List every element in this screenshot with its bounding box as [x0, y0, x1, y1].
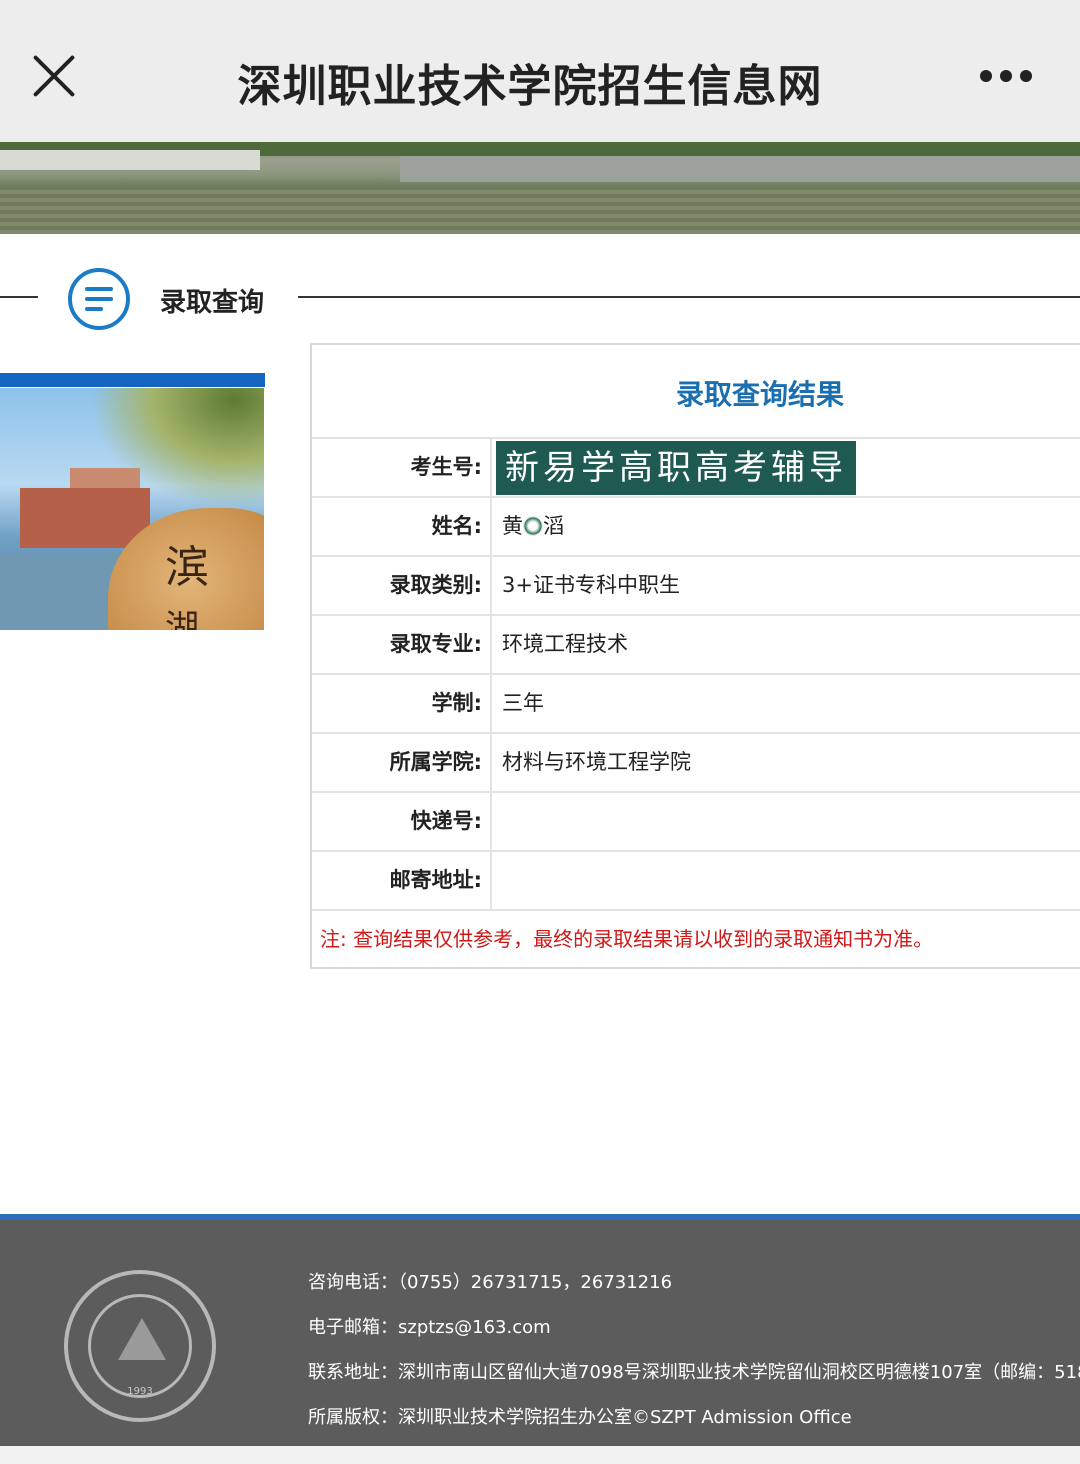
result-panel: 录取查询结果 考生号: 新易学高职高考辅导 姓名: 黄滔 录取类别: 3+证书专… — [310, 343, 1080, 969]
major-label: 录取专业: — [312, 616, 492, 673]
row-mailing-address: 邮寄地址: — [312, 852, 1080, 911]
campus-photo: 滨湖 — [0, 388, 264, 630]
row-exam-number: 考生号: 新易学高职高考辅导 — [312, 439, 1080, 498]
footer: 1993 咨询电话：（0755）26731715，26731216 电子邮箱：s… — [0, 1214, 1080, 1452]
footer-copyright: 所属版权：深圳职业技术学院招生办公室©SZPT Admission Office — [308, 1407, 852, 1428]
admission-type-value: 3+证书专科中职生 — [502, 573, 680, 597]
result-title-row: 录取查询结果 — [312, 345, 1080, 439]
page-title: 深圳职业技术学院招生信息网 — [237, 61, 823, 112]
row-admission-type: 录取类别: 3+证书专科中职生 — [312, 557, 1080, 616]
banner-image — [0, 142, 1080, 234]
mailing-address-label: 邮寄地址: — [312, 852, 492, 909]
duration-label: 学制: — [312, 675, 492, 732]
watermark-overlay: 新易学高职高考辅导 — [496, 441, 856, 495]
footer-address: 联系地址：深圳市南山区留仙大道7098号深圳职业技术学院留仙洞校区明德楼107室… — [308, 1362, 1080, 1383]
row-duration: 学制: 三年 — [312, 675, 1080, 734]
duration-value: 三年 — [502, 691, 544, 715]
divider — [0, 296, 38, 298]
app-top-bar: 深圳职业技术学院招生信息网 — [0, 0, 1080, 142]
bottom-strip — [0, 1446, 1080, 1464]
disclaimer-note: 注: 查询结果仅供参考，最终的录取结果请以收到的录取通知书为准。 — [320, 927, 934, 951]
school-seal-logo: 1993 — [64, 1270, 216, 1422]
mask-icon — [523, 516, 543, 536]
rock-inscription: 滨湖 — [165, 542, 209, 630]
row-college: 所属学院: 材料与环境工程学院 — [312, 734, 1080, 793]
college-value: 材料与环境工程学院 — [502, 750, 691, 774]
divider — [298, 296, 1080, 298]
list-icon — [68, 268, 130, 330]
admission-type-label: 录取类别: — [312, 557, 492, 614]
section-title: 录取查询 — [160, 288, 265, 318]
footer-email[interactable]: 电子邮箱：szptzs@163.com — [308, 1313, 551, 1339]
exam-number-label: 考生号: — [312, 439, 492, 496]
close-icon[interactable] — [30, 52, 78, 100]
row-tracking-number: 快递号: — [312, 793, 1080, 852]
seal-year: 1993 — [127, 1386, 153, 1397]
name-value: 黄滔 — [502, 514, 564, 538]
result-title: 录取查询结果 — [676, 378, 845, 411]
row-name: 姓名: 黄滔 — [312, 498, 1080, 557]
name-label: 姓名: — [312, 498, 492, 555]
more-options-icon[interactable] — [976, 70, 1036, 84]
tracking-number-label: 快递号: — [312, 793, 492, 850]
row-major: 录取专业: 环境工程技术 — [312, 616, 1080, 675]
college-label: 所属学院: — [312, 734, 492, 791]
major-value: 环境工程技术 — [502, 632, 628, 656]
photo-top-bar — [0, 373, 265, 387]
footer-phone: 咨询电话：（0755）26731715，26731216 — [308, 1272, 673, 1293]
